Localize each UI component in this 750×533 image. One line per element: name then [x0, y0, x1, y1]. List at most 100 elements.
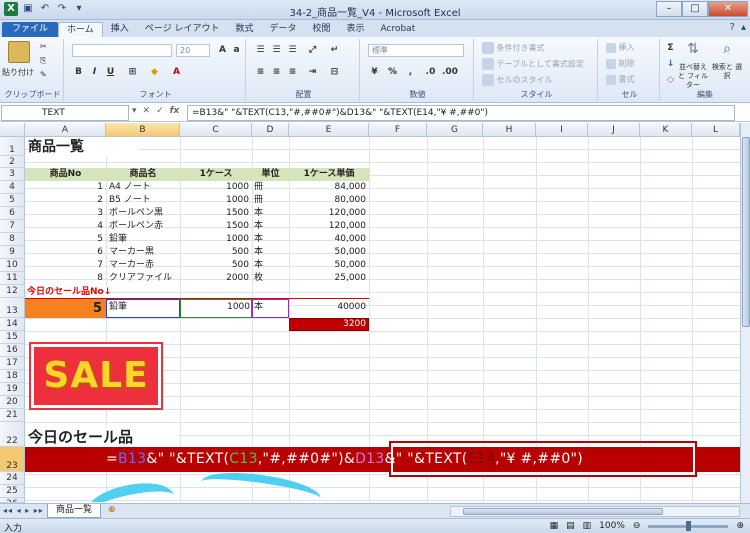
minimize-button[interactable]: – [656, 1, 682, 17]
font-name-select[interactable] [72, 44, 172, 57]
sheet-tab-products[interactable]: 商品一覧 [47, 504, 102, 518]
tab-page-layout[interactable]: ページ レイアウト [137, 22, 228, 37]
row-header[interactable]: 24 [0, 472, 25, 485]
col-header-k[interactable]: K [640, 123, 692, 137]
orientation-icon[interactable]: ⤢ [306, 44, 319, 57]
close-button[interactable]: ✕ [708, 1, 748, 17]
horizontal-scroll-thumb[interactable] [463, 508, 663, 515]
underline-button[interactable]: U [104, 66, 117, 79]
insert-function-icon[interactable]: fx [170, 106, 180, 116]
align-right-icon[interactable]: ≡ [286, 66, 299, 79]
cell-styles-button[interactable]: セルのスタイル [482, 74, 553, 86]
tab-view[interactable]: 表示 [339, 22, 373, 37]
format-as-table-button[interactable]: テーブルとして書式設定 [482, 58, 584, 70]
tab-insert[interactable]: 挿入 [103, 22, 137, 37]
zoom-slider[interactable] [648, 520, 729, 531]
row-header[interactable]: 13 [0, 298, 25, 318]
row-header[interactable]: 19 [0, 383, 25, 396]
tab-home[interactable]: ホーム [58, 22, 103, 37]
align-bottom-icon[interactable]: ☰ [286, 44, 299, 57]
row-header[interactable]: 25 [0, 485, 25, 498]
row-header[interactable]: 5 [0, 194, 25, 207]
row-header[interactable]: 15 [0, 331, 25, 344]
sort-filter-button[interactable]: 並べ替えと フィルター [676, 63, 710, 90]
paste-button[interactable]: 貼り付け [2, 67, 34, 78]
maximize-button[interactable]: □ [682, 1, 708, 17]
increase-decimal-icon[interactable]: .0 [424, 66, 437, 79]
border-icon[interactable]: ⊞ [126, 66, 139, 79]
row-header[interactable]: 6 [0, 207, 25, 220]
col-header-i[interactable]: I [536, 123, 588, 137]
help-icon[interactable]: ? [730, 22, 735, 33]
conditional-format-button[interactable]: 条件付き書式 [482, 42, 545, 54]
tab-data[interactable]: データ [261, 22, 304, 37]
sort-filter-icon[interactable]: ⇅ [680, 41, 706, 61]
row-header[interactable]: 3 [0, 168, 25, 181]
sheet-nav-buttons[interactable]: ◂◂ ◂ ▸ ▸▸ [3, 506, 44, 515]
number-format-select[interactable]: 標準 [368, 44, 464, 57]
col-header-e[interactable]: E [289, 123, 369, 137]
paste-icon[interactable] [8, 41, 30, 63]
row-header[interactable]: 14 [0, 318, 25, 331]
col-header-g[interactable]: G [427, 123, 483, 137]
formula-input[interactable]: =B13&" "&TEXT(C13,"#,##0#")&D13&" "&TEXT… [187, 105, 735, 121]
worksheet-grid[interactable]: 商品一覧 商品No 商品名 1ケース 単位 1ケース単価 1 A4 ノート 10… [25, 137, 740, 502]
tab-formulas[interactable]: 数式 [227, 22, 261, 37]
row-header[interactable]: 10 [0, 259, 25, 272]
format-painter-icon[interactable]: ✎ [40, 70, 47, 79]
row-header[interactable]: 7 [0, 220, 25, 233]
row-header[interactable]: 12 [0, 285, 25, 298]
col-header-f[interactable]: F [369, 123, 427, 137]
insert-cells-button[interactable]: 挿入 [606, 42, 635, 53]
decrease-decimal-icon[interactable]: .00 [442, 66, 458, 79]
page-layout-view-icon[interactable]: ▤ [566, 521, 575, 531]
percent-icon[interactable]: % [386, 66, 399, 79]
col-header-d[interactable]: D [252, 123, 289, 137]
indent-icon[interactable]: ⇥ [306, 66, 319, 79]
font-color-icon[interactable]: A [170, 66, 183, 79]
tab-review[interactable]: 校閲 [304, 22, 338, 37]
row-header[interactable]: 18 [0, 370, 25, 383]
name-box[interactable]: TEXT [1, 105, 129, 121]
zoom-level[interactable]: 100% [599, 521, 625, 531]
find-select-button[interactable]: 検索と 選択 [710, 63, 744, 81]
fill-color-icon[interactable]: ◆ [148, 66, 161, 79]
align-top-icon[interactable]: ☰ [254, 44, 267, 57]
row-header[interactable]: 1 [0, 137, 25, 156]
row-header[interactable]: 21 [0, 409, 25, 422]
copy-icon[interactable]: ⎘ [40, 56, 46, 66]
cell-edit-formula[interactable]: =B13&" "&TEXT(C13,"#,##0#")&D13&" "&TEXT… [106, 447, 583, 472]
normal-view-icon[interactable]: ▦ [550, 521, 559, 531]
row-header[interactable]: 23 [0, 447, 25, 472]
align-left-icon[interactable]: ≡ [254, 66, 267, 79]
cut-icon[interactable]: ✂ [40, 42, 47, 51]
wrap-text-icon[interactable]: ↵ [328, 44, 341, 57]
font-size-select[interactable]: 20 [176, 44, 210, 57]
horizontal-scrollbar[interactable] [450, 506, 740, 517]
new-sheet-icon[interactable]: ⊕ [108, 505, 116, 515]
currency-icon[interactable]: ¥ [368, 66, 381, 79]
cancel-icon[interactable]: ✕ [143, 106, 151, 116]
merge-center-icon[interactable]: ⊟ [328, 66, 341, 79]
row-header[interactable]: 16 [0, 344, 25, 357]
col-header-a[interactable]: A [25, 123, 106, 137]
grow-font-icon[interactable]: A [216, 44, 229, 57]
row-header[interactable]: 17 [0, 357, 25, 370]
row-header[interactable]: 11 [0, 272, 25, 285]
align-center-icon[interactable]: ≡ [270, 66, 283, 79]
vertical-scroll-thumb[interactable] [742, 137, 750, 327]
ribbon-minimize-icon[interactable]: ▴ [741, 22, 746, 33]
format-cells-button[interactable]: 書式 [606, 74, 635, 85]
row-header[interactable]: 2 [0, 156, 25, 168]
dropdown-icon[interactable]: ▾ [132, 106, 137, 116]
find-select-icon[interactable]: ⌕ [714, 41, 740, 61]
tab-acrobat[interactable]: Acrobat [373, 22, 424, 37]
row-header[interactable]: 22 [0, 422, 25, 447]
row-header[interactable]: 20 [0, 396, 25, 409]
col-header-b[interactable]: B [106, 123, 180, 137]
enter-icon[interactable]: ✓ [156, 106, 164, 116]
row-header[interactable]: 9 [0, 246, 25, 259]
italic-button[interactable]: I [88, 66, 101, 79]
col-header-c[interactable]: C [180, 123, 252, 137]
row-header[interactable]: 8 [0, 233, 25, 246]
